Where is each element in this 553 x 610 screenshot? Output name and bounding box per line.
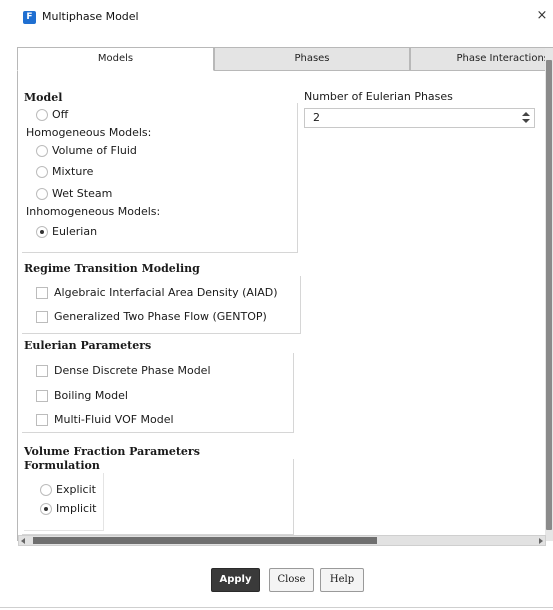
checkbox-boiling-label: Boiling Model [54, 389, 128, 402]
spin-down-icon[interactable] [522, 119, 530, 123]
radio-mixture-label: Mixture [52, 165, 94, 178]
radio-vof-label: Volume of Fluid [52, 144, 137, 157]
regime-group-title: Regime Transition Modeling [24, 262, 200, 275]
radio-explicit-label: Explicit [56, 483, 96, 496]
models-tab-content: Model Off Homogeneous Models: Volume of … [17, 71, 553, 541]
tab-bar: Models Phases Phase Interactions [17, 47, 553, 71]
volume-fraction-group-title: Volume Fraction Parameters [24, 445, 200, 458]
formulation-panel: Explicit Implicit [24, 473, 104, 531]
eulerian-phases-stepper[interactable]: 2 [304, 108, 535, 128]
radio-eulerian-indicator[interactable] [36, 226, 48, 238]
bottom-divider [0, 607, 553, 608]
spin-up-icon[interactable] [522, 112, 530, 116]
checkbox-gentop-label: Generalized Two Phase Flow (GENTOP) [54, 310, 267, 323]
checkbox-multi-fluid-vof-label: Multi-Fluid VOF Model [54, 413, 174, 426]
radio-mixture-indicator[interactable] [36, 166, 48, 178]
tab-phases[interactable]: Phases [214, 47, 410, 71]
fluent-logo-icon: F [23, 11, 36, 24]
horizontal-scroll-thumb[interactable] [33, 537, 377, 544]
multiphase-model-dialog: F Multiphase Model × Models Phases Phase… [0, 0, 553, 610]
formulation-title: Formulation [24, 459, 100, 472]
help-button[interactable]: Help [320, 568, 364, 592]
radio-implicit-label: Implicit [56, 502, 97, 515]
radio-off-indicator[interactable] [36, 109, 48, 121]
scroll-left-icon[interactable] [21, 538, 25, 544]
regime-panel: Algebraic Interfacial Area Density (AIAD… [22, 276, 301, 334]
apply-button[interactable]: Apply [211, 568, 260, 592]
checkbox-gentop-box[interactable] [36, 311, 48, 323]
radio-off-label: Off [52, 108, 69, 121]
model-panel: Off Homogeneous Models: Volume of Fluid … [22, 103, 298, 253]
title-bar[interactable]: F Multiphase Model × [0, 0, 553, 36]
tab-models[interactable]: Models [17, 47, 214, 71]
radio-explicit-indicator[interactable] [40, 484, 52, 496]
radio-eulerian-label: Eulerian [52, 225, 98, 238]
eulerian-params-group-title: Eulerian Parameters [24, 339, 152, 352]
radio-wet-steam-label: Wet Steam [52, 187, 113, 200]
checkbox-dense-dpm-box[interactable] [36, 365, 48, 377]
dialog-buttons: Apply Close Help [0, 568, 553, 592]
checkbox-boiling-box[interactable] [36, 390, 48, 402]
volume-fraction-panel: Formulation Explicit Implicit [22, 459, 294, 535]
checkbox-multi-fluid-vof-box[interactable] [36, 414, 48, 426]
radio-wet-steam-indicator[interactable] [36, 188, 48, 200]
checkbox-aiad-label: Algebraic Interfacial Area Density (AIAD… [54, 286, 278, 299]
checkbox-dense-dpm-label: Dense Discrete Phase Model [54, 364, 211, 377]
eulerian-phases-value[interactable]: 2 [313, 111, 320, 124]
window-title: Multiphase Model [42, 10, 139, 23]
close-icon[interactable]: × [535, 8, 549, 24]
spinner-arrows-icon[interactable] [522, 111, 531, 125]
eulerian-phases-label: Number of Eulerian Phases [304, 90, 453, 103]
homogeneous-models-label: Homogeneous Models: [26, 126, 152, 139]
inhomogeneous-models-label: Inhomogeneous Models: [26, 205, 161, 218]
horizontal-scrollbar[interactable] [18, 535, 546, 546]
scroll-right-icon[interactable] [539, 538, 543, 544]
radio-implicit-indicator[interactable] [40, 503, 52, 515]
close-button[interactable]: Close [269, 568, 314, 592]
tab-phase-interactions[interactable]: Phase Interactions [410, 47, 553, 71]
eulerian-params-panel: Dense Discrete Phase Model Boiling Model… [22, 353, 294, 433]
radio-vof-indicator[interactable] [36, 145, 48, 157]
checkbox-aiad-box[interactable] [36, 287, 48, 299]
